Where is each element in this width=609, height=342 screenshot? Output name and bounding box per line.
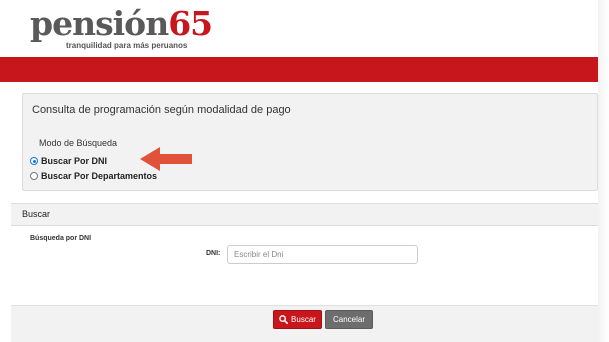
busqueda-por-dni-label: Búsqueda por DNI: [30, 235, 92, 242]
page-right-edge: [598, 0, 609, 342]
logo-tagline: tranquilidad para más peruanos: [66, 41, 188, 50]
header-red-band: [0, 57, 598, 82]
buscar-section-title: Buscar: [22, 209, 51, 219]
search-icon: [279, 315, 289, 324]
logo-number: 65: [168, 4, 213, 43]
logo-wordmark: pensión65: [30, 4, 213, 44]
logo-text: pensión: [30, 4, 169, 43]
panel-title: Consulta de programación según modalidad…: [32, 104, 291, 116]
buscar-section-header: Buscar: [11, 203, 598, 226]
search-mode-label: Modo de Búsqueda: [39, 138, 118, 148]
search-button[interactable]: Buscar: [273, 310, 322, 329]
dni-field-label: DNI:: [206, 250, 221, 257]
cancel-button-label: Cancelar: [332, 315, 365, 324]
radio-buscar-por-departamentos[interactable]: Buscar Por Departamentos: [30, 171, 157, 181]
consulta-panel: Consulta de programación según modalidad…: [22, 93, 598, 191]
arrow-left-icon: [140, 147, 192, 171]
cancel-button[interactable]: Cancelar: [325, 310, 373, 329]
search-button-label: Buscar: [291, 315, 316, 324]
radio-label-departamentos: Buscar Por Departamentos: [41, 171, 158, 181]
radio-button-departamentos[interactable]: [30, 172, 38, 180]
dni-input[interactable]: [227, 245, 418, 264]
radio-button-dni[interactable]: [30, 157, 38, 165]
radio-buscar-por-dni[interactable]: Buscar Por DNI: [30, 156, 107, 166]
radio-label-dni: Buscar Por DNI: [41, 156, 108, 166]
pension65-logo: pensión65 tranquilidad para más peruanos: [30, 4, 213, 50]
